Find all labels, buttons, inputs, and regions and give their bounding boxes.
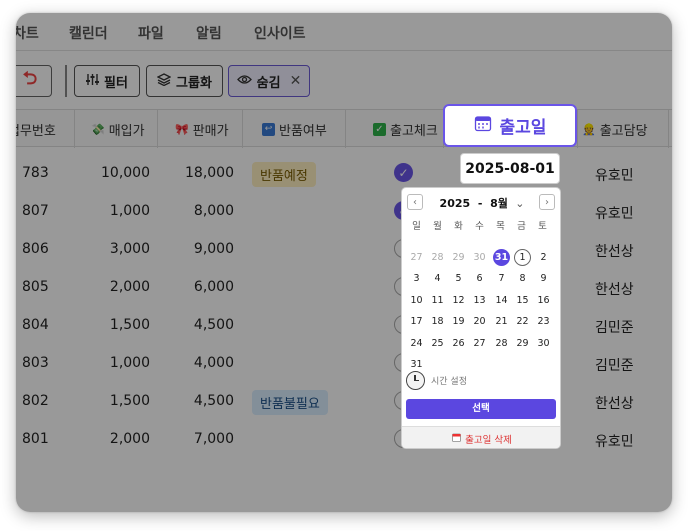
calendar-day[interactable]: 26 [450, 335, 467, 352]
calendar-day[interactable]: 12 [450, 292, 467, 309]
year-label: 2025 [439, 197, 471, 210]
app-window: 차트 캘린더 파일 알림 인사이트 ⮌ 필터 그룹화 숨김 ✕ 무번호 💸 매입… [16, 13, 672, 512]
calendar-day[interactable]: 29 [514, 335, 531, 352]
calendar-day[interactable]: 28 [429, 249, 446, 266]
calendar-day-selected[interactable]: 31 [493, 249, 510, 266]
weekday-label: 월 [433, 221, 442, 232]
next-month-button[interactable]: › [539, 194, 555, 210]
weekday-label: 금 [517, 221, 526, 232]
weekday-label: 토 [538, 221, 547, 232]
weekday-label: 목 [496, 221, 505, 232]
chevron-down-icon: ⌄ [511, 197, 525, 210]
modal-backdrop[interactable] [16, 13, 672, 512]
calendar-day[interactable]: 27 [408, 249, 425, 266]
calendar-day[interactable]: 10 [408, 292, 425, 309]
delete-date-button[interactable]: 출고일 삭제 [402, 426, 560, 448]
weekday-label: 화 [454, 221, 463, 232]
time-settings-label: 시간 설정 [431, 376, 467, 387]
calendar-day[interactable]: 25 [429, 335, 446, 352]
calendar-day[interactable]: 30 [535, 335, 552, 352]
calendar-day[interactable]: 13 [471, 292, 488, 309]
calendar-day[interactable]: 9 [535, 270, 552, 287]
ship-date-header-label: 출고일 [499, 118, 547, 138]
date-picker-popup: ‹ 2025 - 8월 ⌄ › 일 월 화 수 목 금 토 27 28 29 3… [401, 187, 561, 449]
calendar-day[interactable]: 28 [493, 335, 510, 352]
calendar-day[interactable]: 3 [408, 270, 425, 287]
select-button[interactable]: 선택 [406, 399, 556, 419]
delete-date-label: 출고일 삭제 [465, 434, 512, 446]
calendar-day[interactable]: 17 [408, 313, 425, 330]
title-separator: - [477, 197, 483, 210]
prev-month-button[interactable]: ‹ [407, 194, 423, 210]
calendar-day[interactable]: 21 [493, 313, 510, 330]
calendar-day[interactable]: 19 [450, 313, 467, 330]
calendar-day[interactable]: 14 [493, 292, 510, 309]
calendar-day[interactable]: 22 [514, 313, 531, 330]
calendar-day[interactable]: 7 [493, 270, 510, 287]
calendar-day[interactable]: 6 [471, 270, 488, 287]
time-settings[interactable]: 시간 설정 [406, 370, 467, 390]
month-year-selector[interactable]: 2025 - 8월 ⌄ [434, 195, 530, 211]
calendar-day[interactable]: 24 [408, 335, 425, 352]
calendar-icon [452, 433, 462, 445]
clock-icon [406, 370, 425, 390]
calendar-day[interactable]: 20 [471, 313, 488, 330]
calendar-day[interactable]: 23 [535, 313, 552, 330]
calendar-header: ‹ 2025 - 8월 ⌄ › [402, 194, 560, 212]
ship-date-input[interactable]: 2025-08-01 [460, 153, 560, 184]
month-label: 8월 [490, 197, 508, 210]
calendar-day[interactable]: 5 [450, 270, 467, 287]
calendar-day[interactable]: 16 [535, 292, 552, 309]
calendar-day[interactable]: 18 [429, 313, 446, 330]
calendar-day[interactable]: 8 [514, 270, 531, 287]
calendar-day[interactable]: 27 [471, 335, 488, 352]
weekday-label: 수 [475, 221, 484, 232]
calendar-day-today[interactable]: 1 [514, 249, 531, 266]
weekday-label: 일 [412, 221, 421, 232]
calendar-day[interactable]: 4 [429, 270, 446, 287]
calendar-day[interactable]: 29 [450, 249, 467, 266]
calendar-day[interactable]: 30 [471, 249, 488, 266]
ship-date-column-header[interactable]: 출고일 [443, 104, 577, 147]
calendar-icon [474, 114, 492, 137]
calendar-day[interactable]: 15 [514, 292, 531, 309]
calendar-day[interactable]: 2 [535, 249, 552, 266]
calendar-day[interactable]: 11 [429, 292, 446, 309]
